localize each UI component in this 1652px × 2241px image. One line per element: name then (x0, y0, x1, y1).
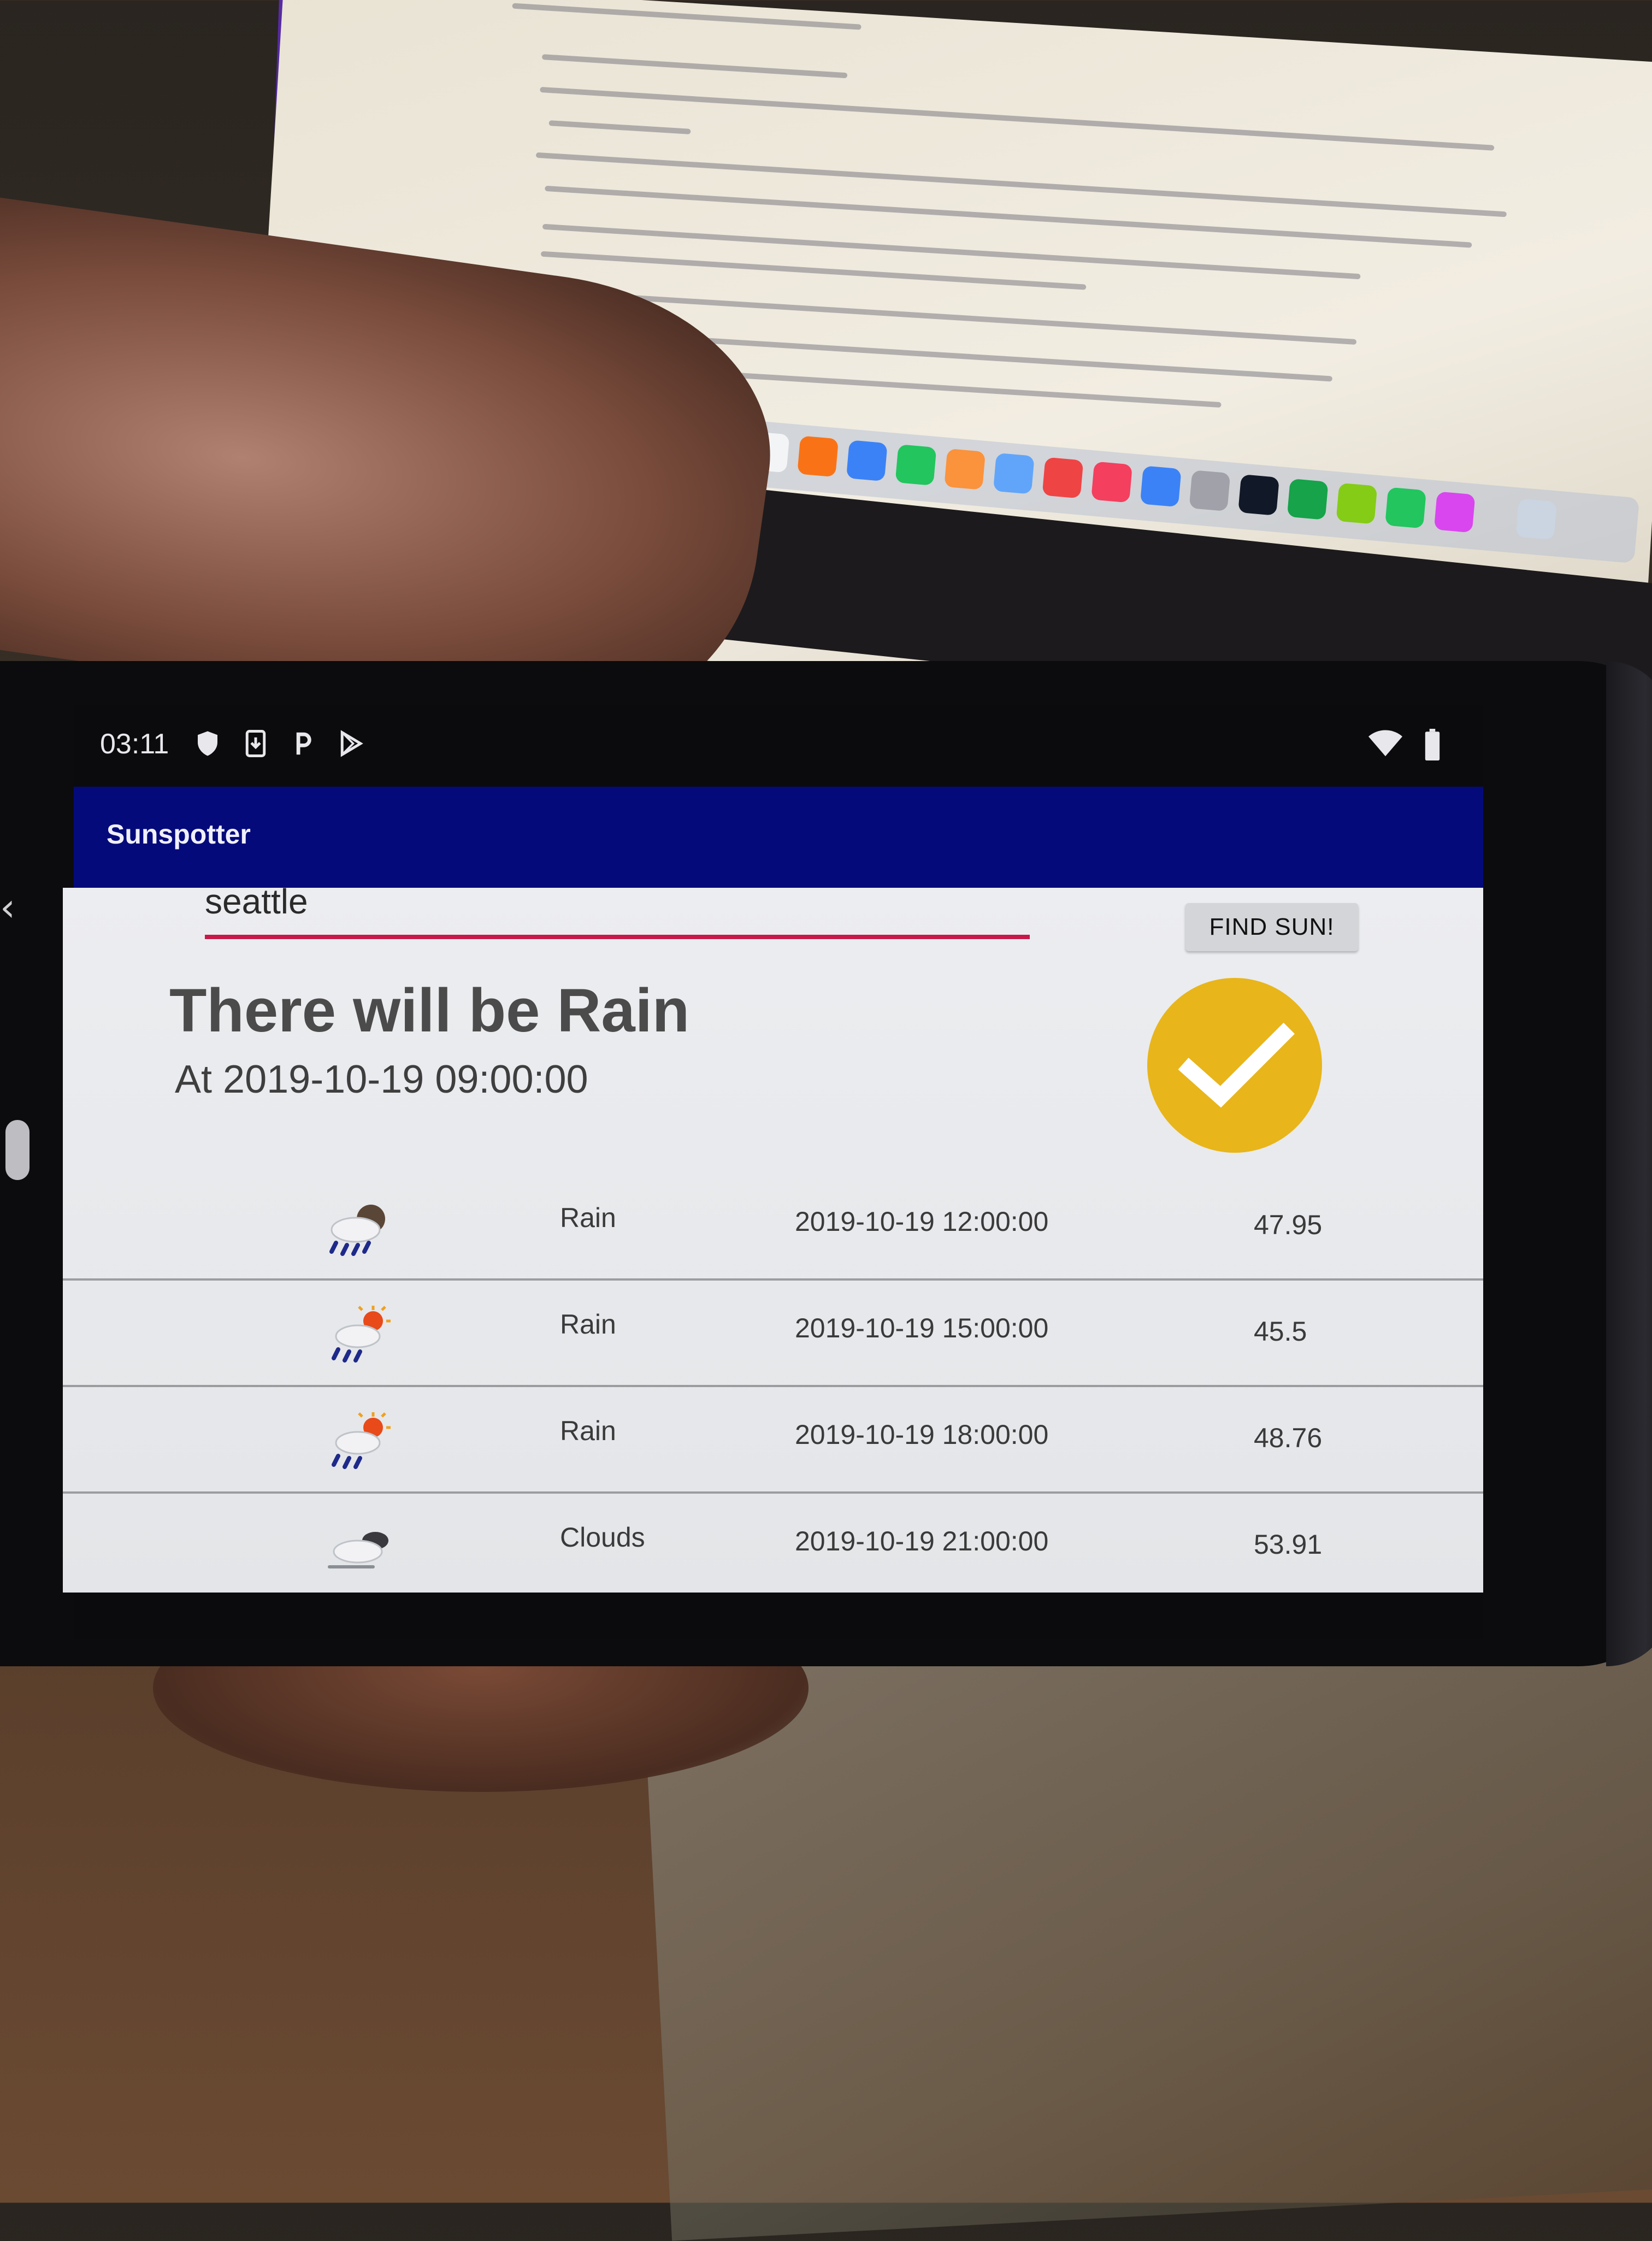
status-time: 03:11 (100, 728, 169, 760)
forecast-description: Clouds (560, 1522, 645, 1553)
parking-p-icon (288, 729, 317, 758)
forecast-time: 2019-10-19 12:00:00 (795, 1206, 1049, 1237)
forecast-temp: 45.5 (1254, 1316, 1307, 1347)
forecast-description: Rain (560, 1416, 616, 1446)
forecast-headline: There will be Rain (169, 976, 690, 1045)
battery-icon (1418, 729, 1447, 760)
forecast-temp: 48.76 (1254, 1423, 1323, 1453)
download-icon (241, 729, 270, 758)
forecast-temp: 47.95 (1254, 1210, 1323, 1240)
rain-night-icon (314, 1199, 402, 1259)
table-row: Clouds 2019-10-19 21:00:00 53.91 (63, 1491, 1483, 1598)
phone-edge (1606, 661, 1652, 1666)
clouds-icon (314, 1519, 402, 1579)
rain-sun-icon (314, 1412, 402, 1472)
app-bar: Sunspotter (74, 787, 1483, 888)
status-bar: 03:11 (74, 705, 1483, 787)
shield-icon (193, 729, 222, 758)
search-underline (205, 935, 1030, 939)
forecast-description: Rain (560, 1202, 616, 1233)
phone-device: ‹ 03:11 Sunspotter seattle FIND SUN! The… (0, 661, 1652, 1666)
forecast-description: Rain (560, 1309, 616, 1340)
search-input[interactable] (205, 877, 1030, 926)
back-icon[interactable]: ‹ (0, 885, 15, 930)
table-row: Rain 2019-10-19 15:00:00 45.5 (63, 1278, 1483, 1387)
forecast-temp: 53.91 (1254, 1529, 1323, 1560)
table-row: Rain 2019-10-19 18:00:00 48.76 (63, 1385, 1483, 1494)
forecast-time: 2019-10-19 21:00:00 (795, 1526, 1049, 1556)
forecast-subline: At 2019-10-19 09:00:00 (175, 1058, 588, 1101)
search-field[interactable] (205, 877, 1030, 942)
phone-screen: 03:11 Sunspotter seattle FIND SUN! There… (63, 705, 1483, 1639)
forecast-time: 2019-10-19 15:00:00 (795, 1313, 1049, 1343)
play-store-icon (336, 729, 365, 758)
app-title: Sunspotter (107, 819, 251, 850)
wifi-icon (1368, 729, 1402, 758)
forecast-time: 2019-10-19 18:00:00 (795, 1419, 1049, 1450)
checkmark-icon (1147, 978, 1322, 1153)
rain-sun-icon (314, 1306, 402, 1366)
find-sun-button[interactable]: FIND SUN! (1185, 903, 1358, 951)
main-content: FIND SUN! There will be Rain At 2019-10-… (63, 877, 1483, 1593)
home-pill-icon[interactable] (5, 1120, 30, 1180)
table-row: Rain 2019-10-19 12:00:00 47.95 (63, 1172, 1483, 1281)
